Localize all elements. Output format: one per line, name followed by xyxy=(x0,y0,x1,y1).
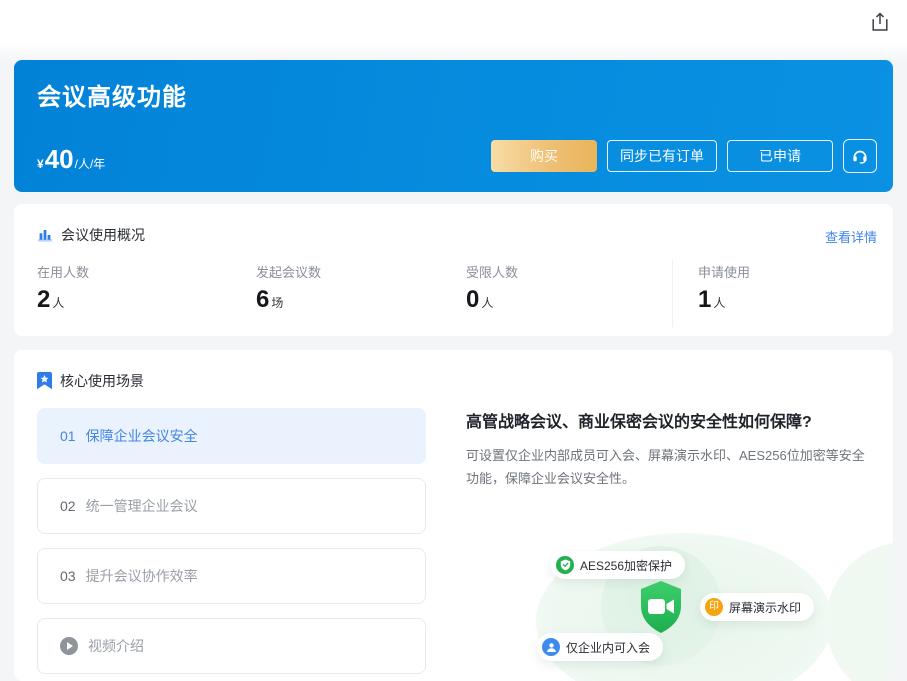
usage-stats: 在用人数 2人 发起会议数 6场 受限人数 0人 申请使用 1人 xyxy=(37,262,877,327)
usage-overview-card: 会议使用概况 查看详情 在用人数 2人 发起会议数 6场 受限人数 0人 申请使… xyxy=(14,204,893,336)
support-button[interactable] xyxy=(843,139,877,173)
stat-label: 在用人数 xyxy=(37,262,256,281)
scenario-number: 01 xyxy=(60,428,76,444)
shield-camera-icon xyxy=(635,579,687,640)
sync-orders-button[interactable]: 同步已有订单 xyxy=(607,140,717,172)
stat-meetings-started: 发起会议数 6场 xyxy=(256,262,466,327)
badge-watermark: 印 屏幕演示水印 xyxy=(700,593,814,621)
detail-description: 可设置仅企业内部成员可入会、屏幕演示水印、AES256位加密等安全功能，保障企业… xyxy=(466,445,868,491)
badge-label: 仅企业内可入会 xyxy=(566,639,650,656)
scenario-list: 01 保障企业会议安全 02 统一管理企业会议 03 提升会议协作效率 视频介绍 xyxy=(37,408,426,674)
scenario-item-1[interactable]: 01 保障企业会议安全 xyxy=(37,408,426,464)
video-intro-label: 视频介绍 xyxy=(88,636,144,656)
price: ¥ 40 /人/年 xyxy=(37,146,105,172)
stat-apply-usage: 申请使用 1人 xyxy=(698,262,750,327)
badge-internal-only: 仅企业内可入会 xyxy=(537,633,663,661)
scenario-label: 保障企业会议安全 xyxy=(86,426,198,446)
scenarios-card-header: 核心使用场景 xyxy=(37,371,144,391)
green-blob-right xyxy=(826,542,893,681)
seal-stamp-icon: 印 xyxy=(705,598,723,616)
badge-label: AES256加密保护 xyxy=(580,557,672,574)
bookmark-star-icon xyxy=(37,372,52,390)
stat-unit: 人 xyxy=(481,294,493,311)
stats-divider xyxy=(672,259,673,327)
detail-heading: 高管战略会议、商业保密会议的安全性如何保障? xyxy=(466,408,878,432)
stat-unit: 人 xyxy=(713,294,725,311)
badge-label: 屏幕演示水印 xyxy=(729,599,801,616)
view-details-link[interactable]: 查看详情 xyxy=(825,227,877,246)
stat-value: 2 xyxy=(37,288,50,312)
stat-value: 1 xyxy=(698,288,711,312)
share-export-icon[interactable] xyxy=(868,10,892,34)
headset-icon xyxy=(851,147,869,165)
page-title: 会议高级功能 xyxy=(37,77,187,112)
stat-label: 发起会议数 xyxy=(256,262,466,281)
product-banner: 会议高级功能 ¥ 40 /人/年 购买 同步已有订单 已申请 xyxy=(14,60,893,192)
stat-restricted-users: 受限人数 0人 xyxy=(466,262,672,327)
play-icon xyxy=(60,637,78,655)
badge-aes256: AES256加密保护 xyxy=(551,551,685,579)
core-scenarios-card: 核心使用场景 xyxy=(14,350,893,681)
stat-active-users: 在用人数 2人 xyxy=(37,262,256,327)
person-icon xyxy=(542,638,560,656)
bar-chart-icon xyxy=(37,227,53,243)
banner-actions: 购买 同步已有订单 已申请 xyxy=(491,139,877,173)
topbar xyxy=(0,0,907,46)
price-unit: /人/年 xyxy=(75,155,106,172)
shield-check-icon xyxy=(556,556,574,574)
scenario-item-3[interactable]: 03 提升会议协作效率 xyxy=(37,548,426,604)
stat-unit: 场 xyxy=(271,294,283,311)
stat-label: 申请使用 xyxy=(698,262,750,281)
stat-value: 0 xyxy=(466,288,479,312)
stat-label: 受限人数 xyxy=(466,262,672,281)
usage-card-title: 会议使用概况 xyxy=(61,225,145,245)
scenario-label: 提升会议协作效率 xyxy=(86,566,198,586)
scenario-label: 统一管理企业会议 xyxy=(86,496,198,516)
stat-value: 6 xyxy=(256,288,269,312)
price-currency: ¥ xyxy=(37,157,44,171)
scenario-detail: 高管战略会议、商业保密会议的安全性如何保障? 可设置仅企业内部成员可入会、屏幕演… xyxy=(466,408,878,491)
usage-card-header: 会议使用概况 xyxy=(37,225,145,245)
scenario-number: 03 xyxy=(60,568,76,584)
stat-unit: 人 xyxy=(52,294,64,311)
scenario-item-2[interactable]: 02 统一管理企业会议 xyxy=(37,478,426,534)
scenarios-card-title: 核心使用场景 xyxy=(60,371,144,391)
applied-button[interactable]: 已申请 xyxy=(727,140,833,172)
video-intro-item[interactable]: 视频介绍 xyxy=(37,618,426,674)
buy-button[interactable]: 购买 xyxy=(491,140,597,172)
scenario-number: 02 xyxy=(60,498,76,514)
price-amount: 40 xyxy=(45,146,74,172)
